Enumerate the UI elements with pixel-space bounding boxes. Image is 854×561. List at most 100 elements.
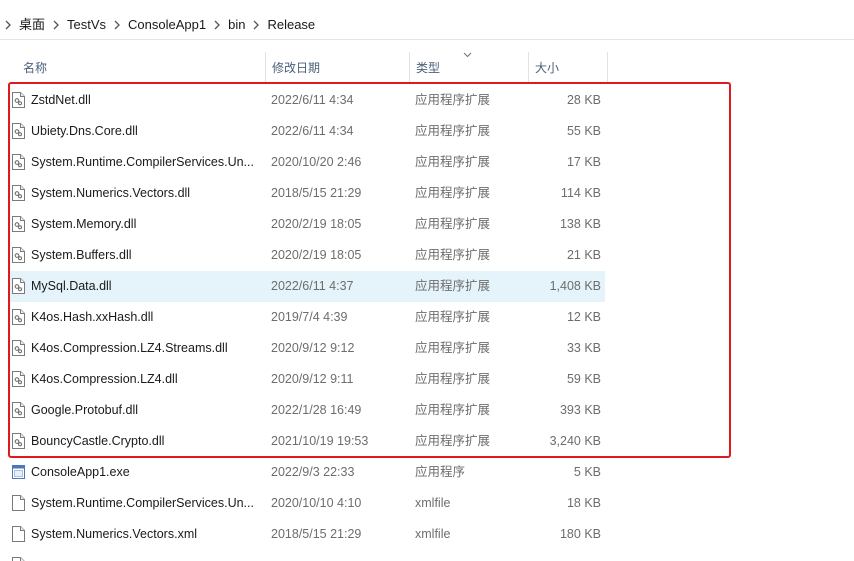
file-name: System.Runtime.CompilerServices.Un... <box>31 155 254 169</box>
dll-file-icon <box>12 371 25 387</box>
column-header-name[interactable]: 名称 <box>17 52 265 82</box>
dll-file-icon <box>12 216 25 232</box>
file-type: xmlfile <box>415 496 451 510</box>
file-type <box>415 550 525 561</box>
file-row[interactable]: MySql.Data.dll 2022/6/11 4:37 应用程序扩展 1,408 … <box>0 271 854 302</box>
file-name: K4os.Compression.LZ4.Streams.dll <box>31 341 228 355</box>
breadcrumb-item-bin[interactable]: bin <box>224 15 249 35</box>
file-type: 应用程序扩展 <box>415 279 491 293</box>
file-type: 应用程序扩展 <box>415 217 491 231</box>
dll-file-icon <box>12 433 25 449</box>
file-size <box>530 550 601 561</box>
file-row[interactable]: System.Buffers.dll 2020/2/19 18:05 应用程序扩展 2… <box>0 240 854 271</box>
file-size: 18 KB <box>566 496 601 510</box>
file-row[interactable]: K4os.Compression.LZ4.Streams.dll 2020/9/1… <box>0 333 854 364</box>
file-name: Google.Protobuf.dll <box>31 403 139 417</box>
chevron-right-icon[interactable] <box>110 15 124 35</box>
file-size: 55 KB <box>566 124 601 138</box>
file-list: ZstdNet.dll 2022/6/11 4:34 应用程序扩展 28 KB Ubie… <box>0 85 854 561</box>
file-type: 应用程序扩展 <box>415 155 491 169</box>
file-explorer-window: 桌面 TestVs ConsoleApp1 bin Release 名称 修改日… <box>0 0 854 561</box>
file-date-modified: 2022/6/11 4:34 <box>271 124 354 138</box>
file-row[interactable]: K4os.Hash.xxHash.dll 2019/7/4 4:39 应用程序扩展 1… <box>0 302 854 333</box>
file-name: System.Runtime.CompilerServices.Un... <box>31 496 254 510</box>
file-row[interactable]: Google.Protobuf.dll 2022/1/28 16:49 应用程序扩展… <box>0 395 854 426</box>
file-date-modified: 2018/5/15 21:29 <box>271 186 362 200</box>
dll-file-icon <box>12 309 25 325</box>
dll-file-icon <box>12 154 25 170</box>
file-name: System.Numerics.Vectors.dll <box>31 186 191 200</box>
file-row[interactable]: System.Runtime.CompilerServices.Un... 202… <box>0 488 854 519</box>
file-row[interactable]: ConsoleApp1.exe 2022/9/3 22:33 应用程序 5 KB <box>0 457 854 488</box>
dll-file-icon <box>12 123 25 139</box>
file-date-modified: 2020/9/12 9:11 <box>271 372 354 386</box>
file-type: 应用程序扩展 <box>415 403 491 417</box>
file-row[interactable]: System.Numerics.Vectors.xml 2018/5/15 21:… <box>0 519 854 550</box>
file-date-modified: 2020/10/20 2:46 <box>271 155 362 169</box>
file-name: Ubiety.Dns.Core.dll <box>31 124 138 138</box>
file-name: System.Numerics.Vectors.xml <box>31 527 198 541</box>
file-size: 5 KB <box>573 465 601 479</box>
dll-file-icon <box>12 92 25 108</box>
chevron-right-icon[interactable] <box>249 15 263 35</box>
file-date-modified: 2018/5/15 21:29 <box>271 527 362 541</box>
file-size: 12 KB <box>566 310 601 324</box>
file-name: ConsoleApp1.exe <box>31 465 130 479</box>
file-name: System.Buffers.dll <box>31 248 132 262</box>
breadcrumb-item-release[interactable]: Release <box>263 15 319 35</box>
file-size: 180 KB <box>559 527 601 541</box>
file-size: 59 KB <box>566 372 601 386</box>
column-header-date-modified[interactable]: 修改日期 <box>265 52 409 82</box>
chevron-right-icon[interactable] <box>210 15 224 35</box>
file-row[interactable] <box>0 550 854 561</box>
file-type: 应用程序扩展 <box>415 248 491 262</box>
file-type: 应用程序扩展 <box>415 310 491 324</box>
chevron-right-icon[interactable] <box>49 15 63 35</box>
file-size: 1,408 KB <box>549 279 601 293</box>
file-row[interactable]: System.Runtime.CompilerServices.Un... 202… <box>0 147 854 178</box>
column-header-row: 名称 修改日期 类型 大小 <box>0 52 854 82</box>
file-row[interactable]: K4os.Compression.LZ4.dll 2020/9/12 9:11 应用… <box>0 364 854 395</box>
file-type: xmlfile <box>415 527 451 541</box>
address-breadcrumb[interactable]: 桌面 TestVs ConsoleApp1 bin Release <box>0 10 854 40</box>
file-date-modified: 2022/9/3 22:33 <box>271 465 355 479</box>
file-row[interactable]: Ubiety.Dns.Core.dll 2022/6/11 4:34 应用程序扩展 5… <box>0 116 854 147</box>
file-date-modified: 2020/10/10 4:10 <box>271 496 362 510</box>
file-type: 应用程序扩展 <box>415 124 491 138</box>
file-size: 114 KB <box>560 186 601 200</box>
file-name: ZstdNet.dll <box>31 93 91 107</box>
file-type: 应用程序扩展 <box>415 434 491 448</box>
file-name: MySql.Data.dll <box>31 279 112 293</box>
breadcrumb-item-desktop[interactable]: 桌面 <box>15 15 49 35</box>
exe-file-icon <box>12 464 25 480</box>
file-row[interactable]: BouncyCastle.Crypto.dll 2021/10/19 19:53 应… <box>0 426 854 457</box>
file-date-modified: 2020/2/19 18:05 <box>271 248 362 262</box>
dll-file-icon <box>12 340 25 356</box>
chevron-right-icon[interactable] <box>1 15 15 35</box>
breadcrumb-item-testvs[interactable]: TestVs <box>63 15 110 35</box>
column-header-type[interactable]: 类型 <box>409 52 528 82</box>
xml-file-icon <box>12 526 25 542</box>
file-date-modified: 2020/9/12 9:12 <box>271 341 355 355</box>
file-row[interactable]: System.Numerics.Vectors.dll 2018/5/15 21:… <box>0 178 854 209</box>
file-size: 138 KB <box>559 217 601 231</box>
breadcrumb-item-consoleapp1[interactable]: ConsoleApp1 <box>124 15 210 35</box>
file-size: 21 KB <box>566 248 601 262</box>
dll-file-icon <box>12 278 25 294</box>
file-date-modified <box>271 550 405 561</box>
file-type: 应用程序扩展 <box>415 372 491 386</box>
dll-file-icon <box>12 402 25 418</box>
file-date-modified: 2022/6/11 4:37 <box>271 279 354 293</box>
file-type: 应用程序扩展 <box>415 93 491 107</box>
xml-file-icon <box>12 557 25 561</box>
file-row[interactable]: ZstdNet.dll 2022/6/11 4:34 应用程序扩展 28 KB <box>0 85 854 116</box>
file-date-modified: 2020/2/19 18:05 <box>271 217 362 231</box>
column-header-size[interactable]: 大小 <box>528 52 608 82</box>
file-date-modified: 2019/7/4 4:39 <box>271 310 348 324</box>
file-name: BouncyCastle.Crypto.dll <box>31 434 165 448</box>
file-type: 应用程序 <box>415 465 466 479</box>
file-size: 3,240 KB <box>549 434 601 448</box>
file-size: 17 KB <box>566 155 601 169</box>
file-row[interactable]: System.Memory.dll 2020/2/19 18:05 应用程序扩展 13… <box>0 209 854 240</box>
xml-file-icon <box>12 495 25 511</box>
